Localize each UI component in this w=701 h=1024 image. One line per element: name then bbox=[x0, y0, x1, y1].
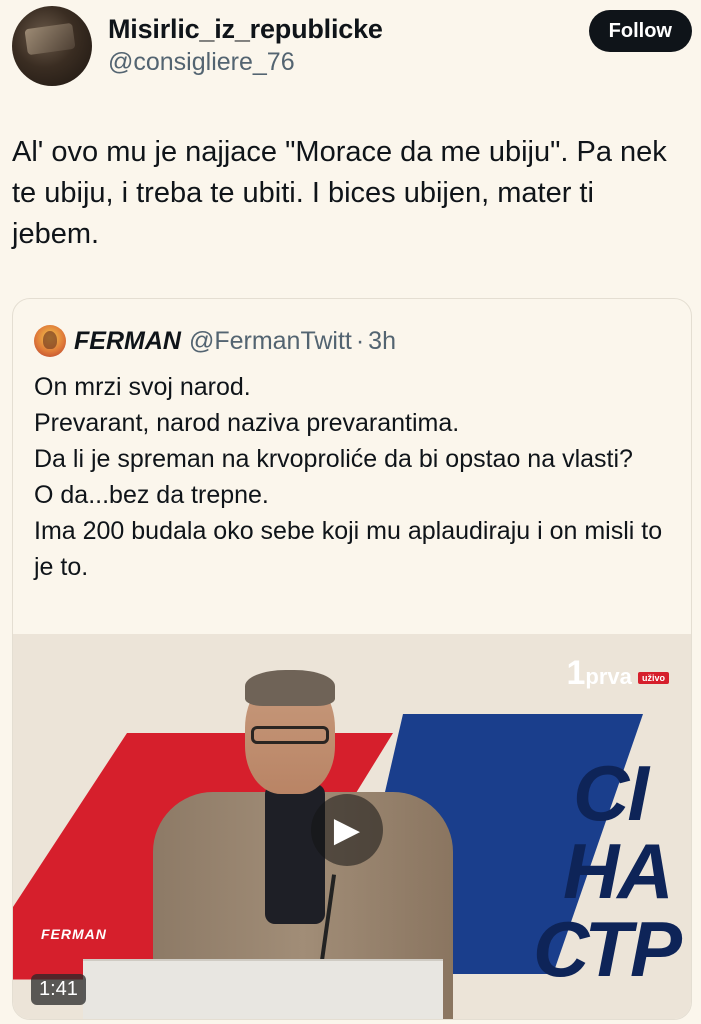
follow-button[interactable]: Follow bbox=[588, 10, 692, 52]
quoted-line: Da li je spreman na krvoproliće da bi op… bbox=[34, 445, 633, 473]
quoted-line: Prevarant, narod naziva prevarantima. bbox=[34, 409, 460, 437]
quoted-author-handle[interactable]: @FermanTwitt bbox=[189, 327, 352, 356]
quoted-line: Ima 200 budala oko sebe koji mu aplaudir… bbox=[34, 517, 663, 581]
tweet-header: Misirlic_iz_republicke @consigliere_76 F… bbox=[12, 6, 692, 86]
quoted-avatar[interactable] bbox=[34, 325, 66, 357]
channel-logo: 1prva uživo bbox=[566, 654, 669, 693]
video-player[interactable]: СІ НА СТР 1prva uživo FERMAN ▶ 1:41 bbox=[13, 634, 691, 1019]
quoted-author-name[interactable]: FERMAN bbox=[74, 327, 181, 356]
author-avatar[interactable] bbox=[12, 6, 92, 86]
quoted-line: On mrzi svoj narod. bbox=[34, 373, 251, 401]
quoted-timestamp[interactable]: 3h bbox=[368, 327, 396, 356]
separator-dot: · bbox=[355, 326, 365, 355]
slogan-line: НА bbox=[563, 827, 674, 915]
play-button[interactable]: ▶ bbox=[311, 794, 383, 866]
quoted-tweet[interactable]: FERMAN @FermanTwitt · 3h On mrzi svoj na… bbox=[12, 298, 692, 1020]
quoted-line: O da...bez da trepne. bbox=[34, 481, 269, 509]
play-icon: ▶ bbox=[333, 811, 361, 849]
video-watermark: FERMAN bbox=[41, 926, 107, 942]
video-duration: 1:41 bbox=[31, 974, 86, 1005]
backdrop-slogan: СІ НА СТР bbox=[533, 749, 682, 988]
quoted-header: FERMAN @FermanTwitt · 3h bbox=[34, 323, 396, 359]
slogan-line: СТР bbox=[533, 905, 682, 993]
quoted-text: On mrzi svoj narod. Prevarant, narod naz… bbox=[34, 369, 674, 585]
live-badge: uživo bbox=[637, 672, 669, 685]
author-name[interactable]: Misirlic_iz_republicke bbox=[108, 14, 383, 45]
slogan-line: СІ bbox=[573, 749, 649, 837]
podium bbox=[83, 959, 443, 1019]
author-handle[interactable]: @consigliere_76 bbox=[108, 48, 295, 77]
tweet-text: Al' ovo mu je najjace "Morace da me ubij… bbox=[12, 136, 667, 250]
